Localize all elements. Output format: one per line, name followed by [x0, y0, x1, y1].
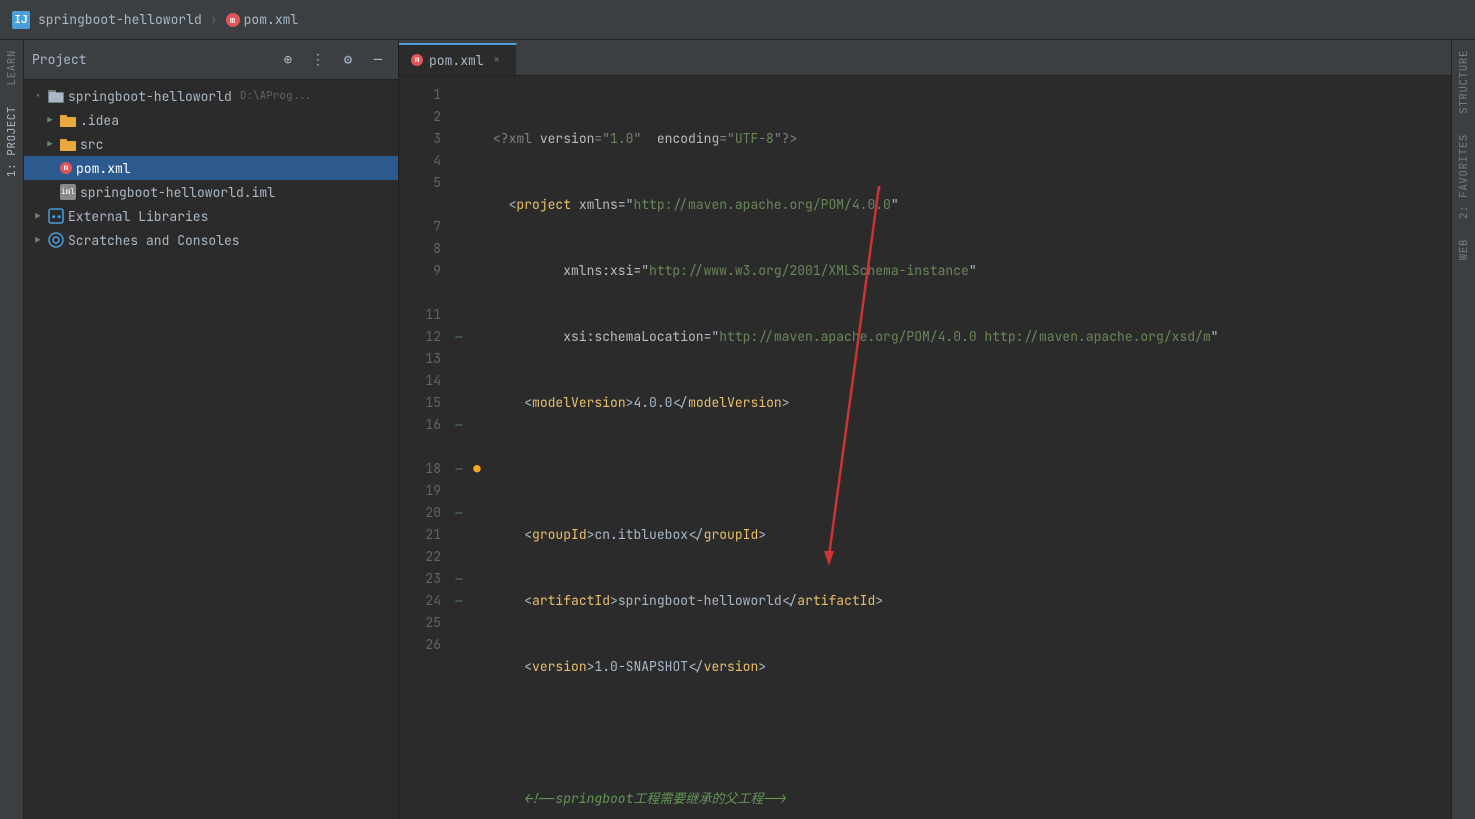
project-title: Project — [32, 51, 270, 68]
folder-icon-src — [60, 136, 76, 152]
arrow-right-icon: ▶ — [44, 114, 56, 126]
gutter-17 — [449, 436, 469, 458]
code-line-1: <?xml version="1.0" encoding="UTF-8"?> — [493, 128, 1451, 150]
tab-maven-icon: m — [411, 54, 423, 66]
tab-close-button[interactable]: × — [490, 53, 504, 67]
tab-bar: m pom.xml × — [399, 40, 1451, 76]
gutter-6 — [449, 194, 469, 216]
tree-item-ext-lib[interactable]: ▶ ▪▪ External Libraries — [24, 204, 398, 228]
tree-item-root[interactable]: ▾ springboot-helloworld D:\AProg... — [24, 84, 398, 108]
gutter-3 — [449, 128, 469, 150]
gutter-24[interactable]: — — [449, 590, 469, 612]
editor-area: m pom.xml × 1 2 3 4 5 7 8 — [399, 40, 1451, 819]
scratches-label: Scratches and Consoles — [68, 232, 240, 249]
ext-lib-label: External Libraries — [68, 208, 208, 225]
iml-label: springboot-helloworld.iml — [80, 184, 275, 201]
code-line-3: xmlns:xsi="http://www.w3.org/2001/XMLSch… — [493, 260, 1451, 282]
title-separator: › — [210, 11, 218, 28]
gutter: — — — — — — — [449, 76, 469, 819]
code-line-2: <project xmlns="http://maven.apache.org/… — [493, 194, 1451, 216]
project-toolbar: Project ⊕ ⋮ ⚙ — — [24, 40, 398, 80]
right-vertical-tabs: Structure 2: Favorites Web — [1451, 40, 1475, 819]
title-filename: pom.xml — [244, 11, 299, 28]
gutter-13 — [449, 348, 469, 370]
warn-icon-18: ● — [469, 458, 485, 480]
code-line-6 — [493, 458, 1451, 480]
code-content[interactable]: <?xml version="1.0" encoding="UTF-8"?> <… — [485, 76, 1451, 819]
line-numbers: 1 2 3 4 5 7 8 9 11 12 13 14 15 16 18 19 … — [399, 76, 449, 819]
project-panel: Project ⊕ ⋮ ⚙ — ▾ springboot-helloworld … — [24, 40, 399, 819]
gutter-1 — [449, 84, 469, 106]
root-path: D:\AProg... — [240, 89, 313, 103]
arrow-right-ext-icon: ▶ — [32, 210, 44, 222]
minimize-button[interactable]: — — [366, 48, 390, 72]
ext-lib-icon: ▪▪ — [48, 208, 64, 224]
tab-web[interactable]: Web — [1453, 229, 1475, 270]
gutter-2 — [449, 106, 469, 128]
gutter-10 — [449, 282, 469, 304]
editor-tab-pom[interactable]: m pom.xml × — [399, 43, 517, 75]
gutter-20[interactable]: — — [449, 502, 469, 524]
add-button[interactable]: ⊕ — [276, 48, 300, 72]
warn-gutter: ● — [469, 76, 485, 819]
title-bar: IJ springboot-helloworld › m pom.xml — [0, 0, 1475, 40]
gutter-8 — [449, 238, 469, 260]
gutter-21 — [449, 524, 469, 546]
gutter-25 — [449, 612, 469, 634]
gutter-15 — [449, 392, 469, 414]
scratches-icon — [48, 232, 64, 248]
tab-label: pom.xml — [429, 52, 484, 69]
left-vertical-tabs: Learn 1: Project — [0, 40, 24, 819]
project-folder-icon — [48, 88, 64, 104]
gutter-7 — [449, 216, 469, 238]
tree-item-idea[interactable]: ▶ .idea — [24, 108, 398, 132]
editor-content: 1 2 3 4 5 7 8 9 11 12 13 14 15 16 18 19 … — [399, 76, 1451, 819]
code-line-9: <version>1.0-SNAPSHOT</version> — [493, 656, 1451, 678]
src-label: src — [80, 136, 103, 153]
folder-icon-idea — [60, 112, 76, 128]
idea-label: .idea — [80, 112, 119, 129]
gutter-19 — [449, 480, 469, 502]
code-line-8: <artifactId>springboot-helloworld</artif… — [493, 590, 1451, 612]
project-name: springboot-helloworld — [38, 11, 202, 28]
code-line-5: <modelVersion>4.0.0</modelVersion> — [493, 392, 1451, 414]
root-label: springboot-helloworld — [68, 88, 232, 105]
gutter-9 — [449, 260, 469, 282]
tree-item-scratches[interactable]: ▶ Scratches and Consoles — [24, 228, 398, 252]
arrow-right-scratches-icon: ▶ — [32, 234, 44, 246]
tree-item-pom[interactable]: m pom.xml — [24, 156, 398, 180]
pom-label: pom.xml — [76, 160, 131, 177]
tree-item-iml[interactable]: iml springboot-helloworld.iml — [24, 180, 398, 204]
gutter-22 — [449, 546, 469, 568]
svg-text:▪▪: ▪▪ — [51, 211, 62, 223]
code-line-10 — [493, 722, 1451, 744]
gutter-5 — [449, 172, 469, 194]
gutter-26 — [449, 634, 469, 656]
tree-item-src[interactable]: ▶ src — [24, 132, 398, 156]
gutter-18[interactable]: — — [449, 458, 469, 480]
maven-icon-title: m — [226, 13, 240, 27]
title-file: m pom.xml — [226, 11, 299, 28]
tab-learn[interactable]: Learn — [1, 40, 23, 96]
gutter-11 — [449, 304, 469, 326]
gutter-12[interactable]: — — [449, 326, 469, 348]
code-line-4: xsi:schemaLocation="http://maven.apache.… — [493, 326, 1451, 348]
gutter-14 — [449, 370, 469, 392]
project-tree: ▾ springboot-helloworld D:\AProg... ▶ .i… — [24, 80, 398, 819]
gutter-23[interactable]: — — [449, 568, 469, 590]
layout-button[interactable]: ⋮ — [306, 48, 330, 72]
tab-project[interactable]: 1: Project — [1, 96, 23, 187]
code-line-7: <groupId>cn.itbluebox</groupId> — [493, 524, 1451, 546]
tab-structure[interactable]: Structure — [1453, 40, 1475, 124]
settings-button[interactable]: ⚙ — [336, 48, 360, 72]
iml-icon: iml — [60, 184, 76, 200]
app-icon: IJ — [12, 11, 30, 29]
gutter-16[interactable]: — — [449, 414, 469, 436]
arrow-right-src-icon: ▶ — [44, 138, 56, 150]
maven-icon-tree: m — [60, 162, 72, 174]
code-line-11: <!--springboot工程需要继承的父工程--> — [493, 788, 1451, 810]
gutter-4 — [449, 150, 469, 172]
tab-favorites[interactable]: 2: Favorites — [1453, 124, 1475, 229]
arrow-down-icon: ▾ — [32, 90, 44, 102]
